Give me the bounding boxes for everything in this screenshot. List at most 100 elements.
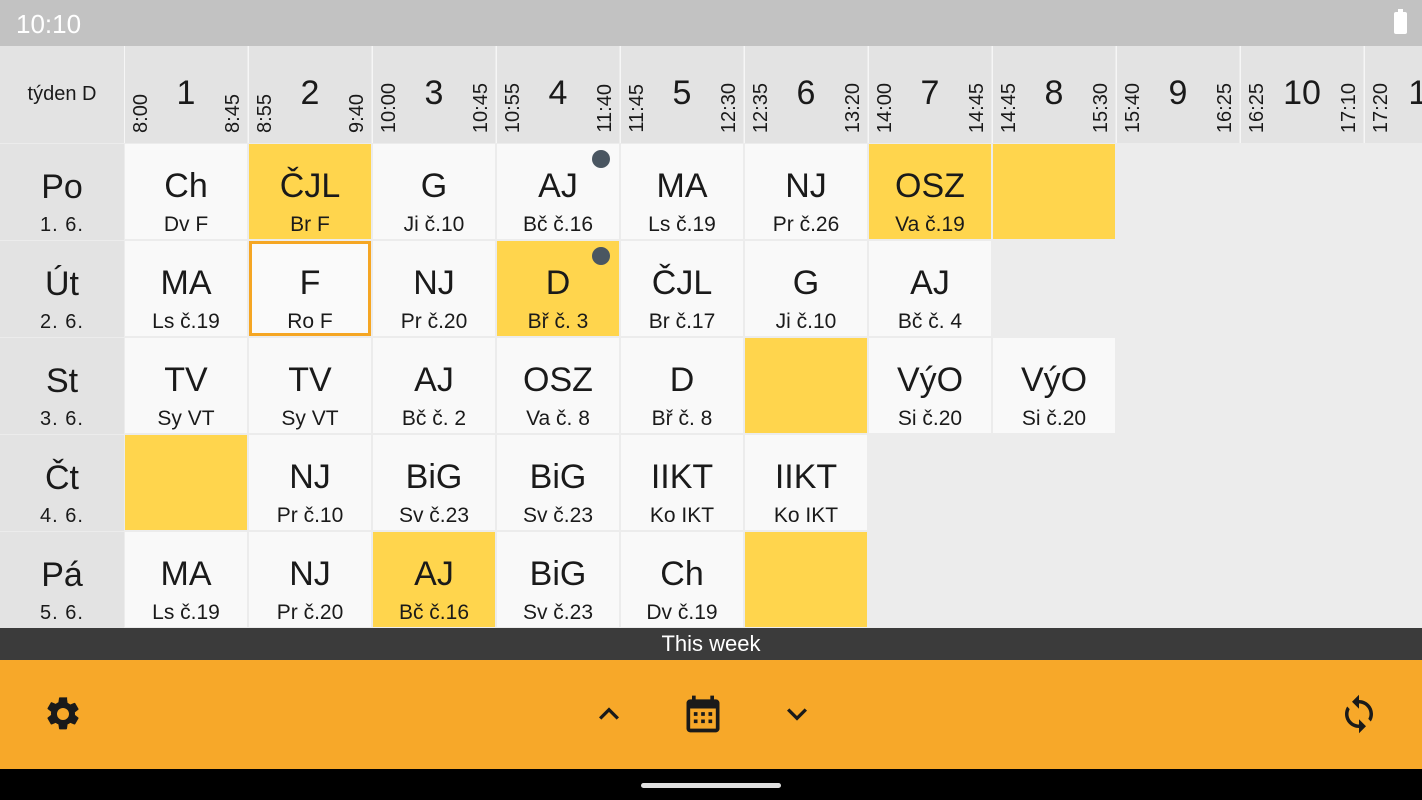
- lesson-subject: G: [420, 167, 448, 205]
- lesson-subject: BiG: [529, 458, 587, 496]
- lesson-subject: MA: [160, 264, 212, 302]
- lesson-subject: IIKT: [774, 458, 838, 496]
- lesson-subject: IIKT: [650, 458, 714, 496]
- hour-end-time: 14:45: [966, 82, 988, 133]
- lesson-cell[interactable]: G Ji č.10: [745, 241, 867, 336]
- sync-icon: [1345, 694, 1373, 734]
- lesson-cell[interactable]: D Bř č. 8: [621, 338, 743, 433]
- hour-header: 10:55 4 11:40: [496, 46, 619, 143]
- lesson-cell[interactable]: MA Ls č.19: [125, 532, 247, 627]
- lesson-cell[interactable]: NJ Pr č.10: [249, 435, 371, 530]
- hour-end-time: 12:30: [718, 82, 740, 133]
- lesson-cell[interactable]: AJ Bč č.16: [373, 532, 495, 627]
- chevron-down-icon: [787, 708, 807, 721]
- hour-number: 11: [1408, 74, 1422, 112]
- lesson-cell[interactable]: AJ Bč č. 2: [373, 338, 495, 433]
- lesson-subject: NJ: [289, 458, 331, 496]
- lesson-cell[interactable]: AJ Bč č. 4: [869, 241, 991, 336]
- lesson-teacher-room: Bč č.16: [398, 601, 470, 624]
- refresh-button[interactable]: [1334, 689, 1384, 739]
- lesson-subject: AJ: [910, 264, 950, 302]
- lesson-subject: D: [545, 264, 571, 302]
- hour-end-time: 8:45: [222, 94, 244, 133]
- lesson-cell[interactable]: MA Ls č.19: [125, 241, 247, 336]
- lesson-subject: AJ: [414, 361, 454, 399]
- lesson-cell[interactable]: D Bř č. 3: [497, 241, 619, 336]
- chevron-up-icon: [599, 707, 619, 720]
- lesson-teacher-room: Ji č.10: [403, 213, 465, 236]
- lesson-cell[interactable]: AJ Bč č.16: [497, 144, 619, 239]
- lesson-cell[interactable]: IIKT Ko IKT: [745, 435, 867, 530]
- day-label: Pá 5. 6.: [0, 532, 124, 628]
- lesson-teacher-room: Ls č.19: [152, 601, 220, 624]
- week-indicator: This week: [0, 628, 1422, 660]
- gear-icon: [47, 697, 79, 730]
- lesson-cell[interactable]: BiG Sv č.23: [373, 435, 495, 530]
- lesson-cell[interactable]: [993, 144, 1115, 239]
- lesson-cell[interactable]: TV Sy VT: [125, 338, 247, 433]
- day-date: 3. 6.: [40, 408, 84, 430]
- lesson-teacher-room: Sv č.23: [522, 504, 594, 527]
- lesson-cell[interactable]: MA Ls č.19: [621, 144, 743, 239]
- lesson-cell[interactable]: G Ji č.10: [373, 144, 495, 239]
- lesson-subject: MA: [656, 167, 708, 205]
- lesson-cell[interactable]: NJ Pr č.20: [373, 241, 495, 336]
- lesson-subject: OSZ: [895, 167, 965, 205]
- lesson-cell[interactable]: F Ro F: [249, 241, 371, 336]
- settings-button[interactable]: [38, 689, 88, 739]
- system-nav-bar: [0, 769, 1422, 800]
- previous-week-button[interactable]: [584, 689, 634, 739]
- lesson-subject: VýO: [1020, 361, 1088, 399]
- hour-header: 12:35 6 13:20: [744, 46, 867, 143]
- lesson-cell[interactable]: Ch Dv č.19: [621, 532, 743, 627]
- lesson-cell[interactable]: NJ Pr č.26: [745, 144, 867, 239]
- battery-icon: [1394, 9, 1407, 34]
- hour-header: 15:40 9 16:25: [1116, 46, 1239, 143]
- lesson-cell[interactable]: [745, 532, 867, 627]
- day-date: 1. 6.: [40, 214, 84, 236]
- lesson-teacher-room: Bř č. 3: [527, 310, 589, 333]
- lesson-teacher-room: Ls č.19: [648, 213, 716, 236]
- lesson-teacher-room: Ko IKT: [649, 504, 715, 527]
- hour-header: 16:25 10 17:10: [1240, 46, 1363, 143]
- lesson-cell[interactable]: OSZ Va č.19: [869, 144, 991, 239]
- lesson-teacher-room: Br F: [290, 213, 330, 236]
- lesson-cell[interactable]: BiG Sv č.23: [497, 532, 619, 627]
- lesson-cell[interactable]: NJ Pr č.20: [249, 532, 371, 627]
- timetable-grid: týden D 8:00 1 8:45 8:55 2 9:40 10:00 3 10:45 10:…: [0, 46, 1422, 628]
- hour-header: 17:2011: [1364, 46, 1422, 143]
- lesson-cell[interactable]: BiG Sv č.23: [497, 435, 619, 530]
- lesson-teacher-room: Sy VT: [157, 407, 215, 430]
- next-week-button[interactable]: [772, 689, 822, 739]
- lesson-teacher-room: Pr č.26: [772, 213, 840, 236]
- lesson-cell[interactable]: TV Sy VT: [249, 338, 371, 433]
- lesson-subject: TV: [288, 361, 332, 399]
- lesson-subject: D: [669, 361, 695, 399]
- lesson-cell[interactable]: VýO Si č.20: [993, 338, 1115, 433]
- home-handle[interactable]: [641, 783, 781, 788]
- day-label: Út 2. 6.: [0, 241, 124, 337]
- lesson-cell[interactable]: OSZ Va č. 8: [497, 338, 619, 433]
- lesson-teacher-room: Ji č.10: [775, 310, 837, 333]
- lesson-subject: ČJL: [279, 167, 341, 205]
- hour-end-time: 15:30: [1090, 82, 1112, 133]
- lesson-cell[interactable]: [745, 338, 867, 433]
- hour-end-time: 9:40: [346, 94, 368, 133]
- lesson-teacher-room: Va č.19: [895, 213, 965, 236]
- hour-header: 8:55 2 9:40: [248, 46, 371, 143]
- lesson-cell[interactable]: ČJL Br F: [249, 144, 371, 239]
- lesson-teacher-room: Si č.20: [897, 407, 963, 430]
- lesson-subject: NJ: [289, 555, 331, 593]
- lesson-teacher-room: Ro F: [287, 310, 333, 333]
- calendar-button[interactable]: [678, 689, 728, 739]
- lesson-cell[interactable]: Ch Dv F: [125, 144, 247, 239]
- week-type-label: týden D: [0, 46, 124, 143]
- day-name: Út: [45, 265, 79, 303]
- lesson-cell[interactable]: IIKT Ko IKT: [621, 435, 743, 530]
- lesson-cell[interactable]: VýO Si č.20: [869, 338, 991, 433]
- lesson-cell[interactable]: [125, 435, 247, 530]
- lesson-subject: NJ: [413, 264, 455, 302]
- lesson-cell[interactable]: ČJL Br č.17: [621, 241, 743, 336]
- notification-dot-icon: [592, 150, 610, 168]
- status-time: 10:10: [16, 9, 82, 39]
